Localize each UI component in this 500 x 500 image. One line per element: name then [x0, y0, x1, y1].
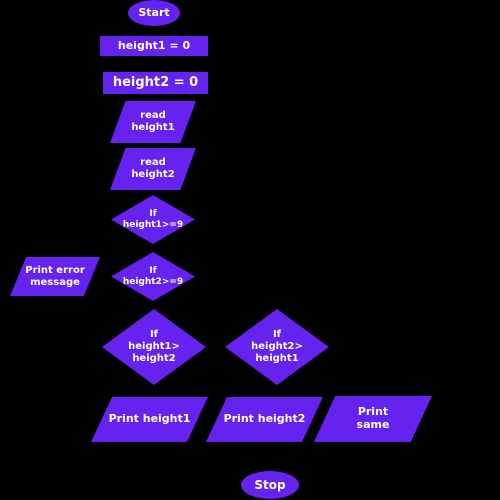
flowchart-node-label: Print same	[356, 405, 390, 431]
flowchart-node-label: Print error message	[25, 264, 85, 288]
flowchart-node-label: read height1	[131, 110, 175, 133]
flowchart-node-print-height1[interactable]: Print height1	[91, 397, 208, 442]
flowchart-node-read-height1[interactable]: read height1	[110, 101, 196, 143]
flowchart-node-stop[interactable]: Stop	[241, 471, 299, 499]
flowchart-node-check-height1-gt-height2[interactable]: If height1> height2	[102, 309, 206, 385]
flowchart-node-label: height2 = 0	[112, 75, 199, 91]
flowchart-node-label: If height1>=9	[122, 208, 184, 230]
flowchart-node-label: read height2	[131, 157, 175, 180]
flowchart-node-print-error-message[interactable]: Print error message	[10, 257, 100, 296]
flowchart-node-read-height2[interactable]: read height2	[110, 148, 196, 190]
flowchart-node-label: Stop	[254, 477, 286, 492]
flowchart-node-check-height1-ge-9[interactable]: If height1>=9	[111, 195, 195, 244]
flowchart-node-label: If height1> height2	[128, 329, 180, 364]
flowchart-node-label: Print height2	[223, 412, 306, 426]
flowchart-node-check-height2-gt-height1[interactable]: If height2> height1	[225, 309, 329, 385]
flowchart-node-label: Print height1	[108, 412, 191, 426]
flowchart-node-check-height2-ge-9[interactable]: If height2>=9	[111, 252, 195, 301]
flowchart-node-init-height2[interactable]: height2 = 0	[103, 72, 208, 94]
flowchart-node-label: height1 = 0	[117, 38, 191, 52]
flowchart-node-start[interactable]: Start	[128, 0, 180, 26]
flowchart-node-print-height2[interactable]: Print height2	[206, 397, 323, 442]
flowchart-node-print-same[interactable]: Print same	[314, 396, 432, 442]
flowchart-canvas: Start height1 = 0 height2 = 0 read height1 r…	[0, 0, 500, 500]
flowchart-node-label: If height2>=9	[122, 265, 184, 287]
flowchart-node-label: If height2> height1	[251, 329, 303, 364]
flowchart-node-init-height1[interactable]: height1 = 0	[100, 36, 208, 56]
flowchart-node-label: Start	[138, 5, 170, 19]
